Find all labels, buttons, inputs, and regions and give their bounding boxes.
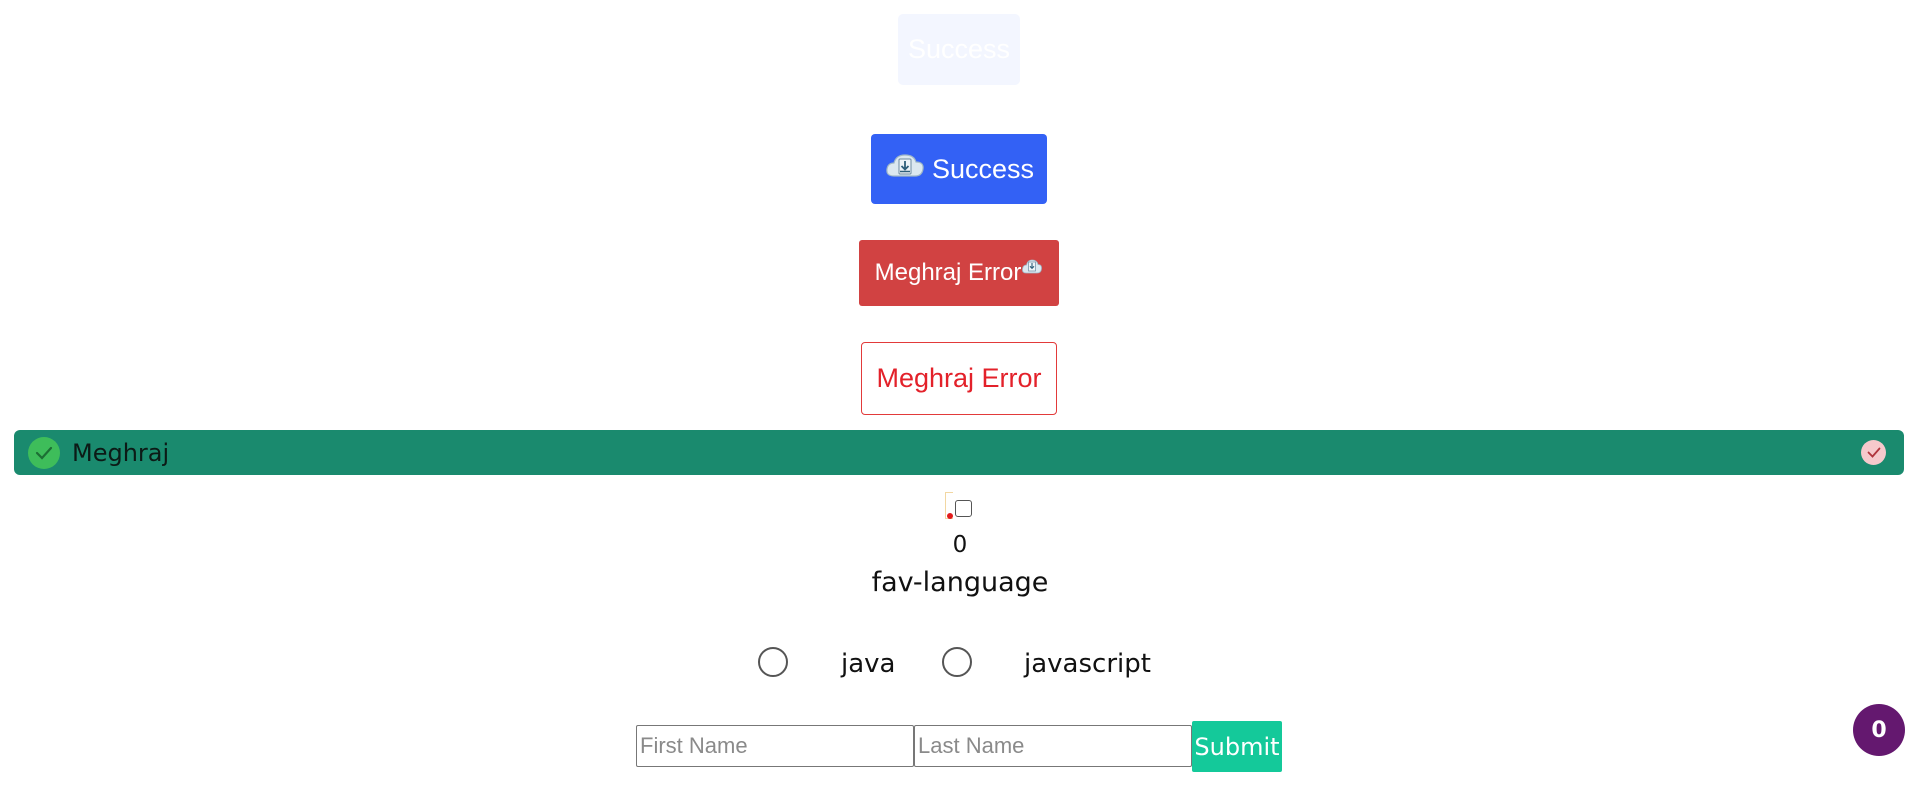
radio-label-javascript: javascript [1024, 649, 1151, 679]
floating-count-badge[interactable]: 0 [1853, 704, 1905, 756]
success-button[interactable]: Success [871, 134, 1047, 204]
radio-javascript[interactable] [942, 647, 972, 677]
banner-message: Meghraj [72, 438, 170, 467]
last-name-input[interactable] [914, 725, 1192, 767]
checkbox[interactable] [955, 500, 972, 517]
error-outline-button[interactable]: Meghraj Error [861, 342, 1057, 415]
radio-group-label: fav-language [871, 567, 1049, 598]
faded-success-button[interactable]: Success [898, 14, 1020, 85]
radio-java[interactable] [758, 647, 788, 677]
cloud-download-icon [1021, 259, 1043, 287]
error-label: Meghraj Error [874, 259, 1022, 286]
page: Success Success Meghraj Error Meghraj Er… [0, 0, 1912, 805]
radio-label-java: java [841, 649, 896, 679]
fab-count: 0 [1871, 717, 1887, 743]
cloud-download-icon [884, 150, 926, 189]
submit-label: Submit [1194, 732, 1280, 761]
success-banner: Meghraj [14, 430, 1904, 475]
error-outline-label: Meghraj Error [876, 363, 1042, 393]
faded-success-label: Success [907, 34, 1011, 64]
red-dot-icon [947, 513, 953, 519]
success-label: Success [931, 153, 1035, 184]
error-button[interactable]: Meghraj Error [859, 240, 1059, 306]
submit-button[interactable]: Submit [1192, 721, 1282, 772]
first-name-input[interactable] [636, 725, 914, 767]
check-circle-icon [28, 436, 60, 469]
counter-value: 0 [952, 532, 968, 558]
check-icon[interactable] [1861, 440, 1886, 465]
